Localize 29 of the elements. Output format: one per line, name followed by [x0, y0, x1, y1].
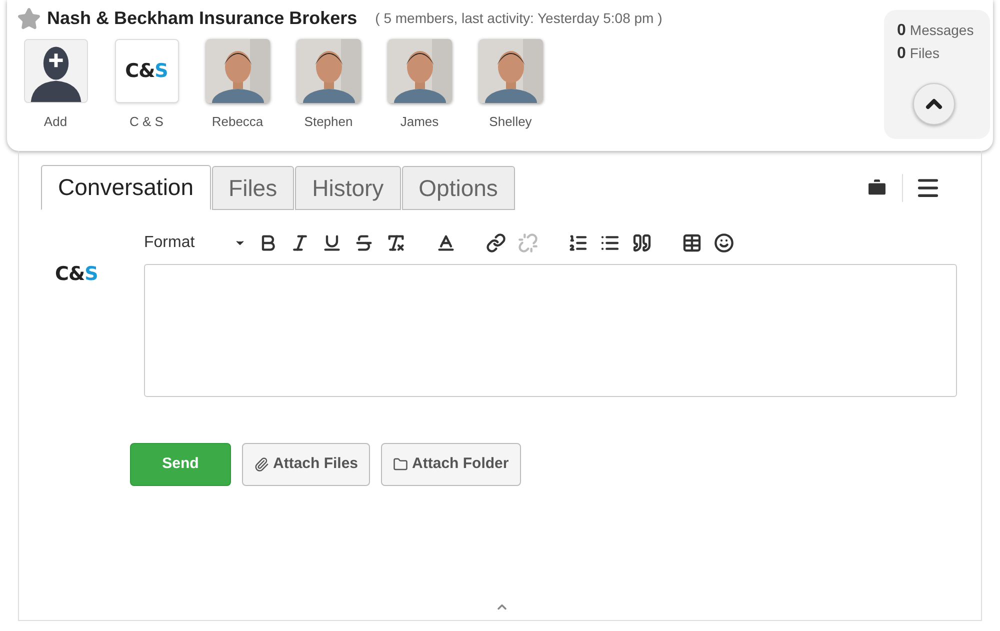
stat-label: Files: [910, 44, 940, 63]
tab[interactable]: Files: [212, 166, 294, 210]
folder-icon: [393, 457, 408, 472]
stat-count: 0: [897, 21, 906, 41]
logo: C&S: [125, 58, 168, 84]
collapse-button[interactable]: [913, 83, 955, 125]
paperclip-icon: [254, 457, 269, 472]
attach-folder-button[interactable]: Attach Folder: [381, 443, 521, 486]
attach-files-button[interactable]: Attach Files: [242, 443, 370, 486]
star-icon[interactable]: [17, 6, 41, 30]
format-dropdown[interactable]: Format: [144, 231, 252, 255]
tab[interactable]: History: [295, 166, 401, 210]
member-name: Stephen: [304, 113, 353, 131]
stat-label: Messages: [910, 21, 974, 40]
group-meta: ( 5 members, last activity: Yesterday 5:08 pm ): [375, 9, 662, 28]
member-name: C & S: [130, 113, 164, 131]
add-member-icon[interactable]: [24, 39, 88, 103]
link-icon[interactable]: [484, 231, 508, 255]
member-avatar[interactable]: C&S: [114, 39, 178, 103]
logo: C&S: [55, 262, 99, 287]
group-title: Nash & Beckham Insurance Brokers: [47, 7, 358, 30]
member-name: Rebecca: [212, 113, 264, 131]
stat-count: 0: [897, 44, 906, 64]
member-name: Shelley: [489, 113, 532, 131]
emoji-icon[interactable]: [712, 231, 736, 255]
tab[interactable]: Options: [402, 166, 515, 210]
member-name: James: [400, 113, 439, 131]
tab[interactable]: Conversation: [41, 165, 211, 210]
member-name: Add: [44, 113, 68, 131]
